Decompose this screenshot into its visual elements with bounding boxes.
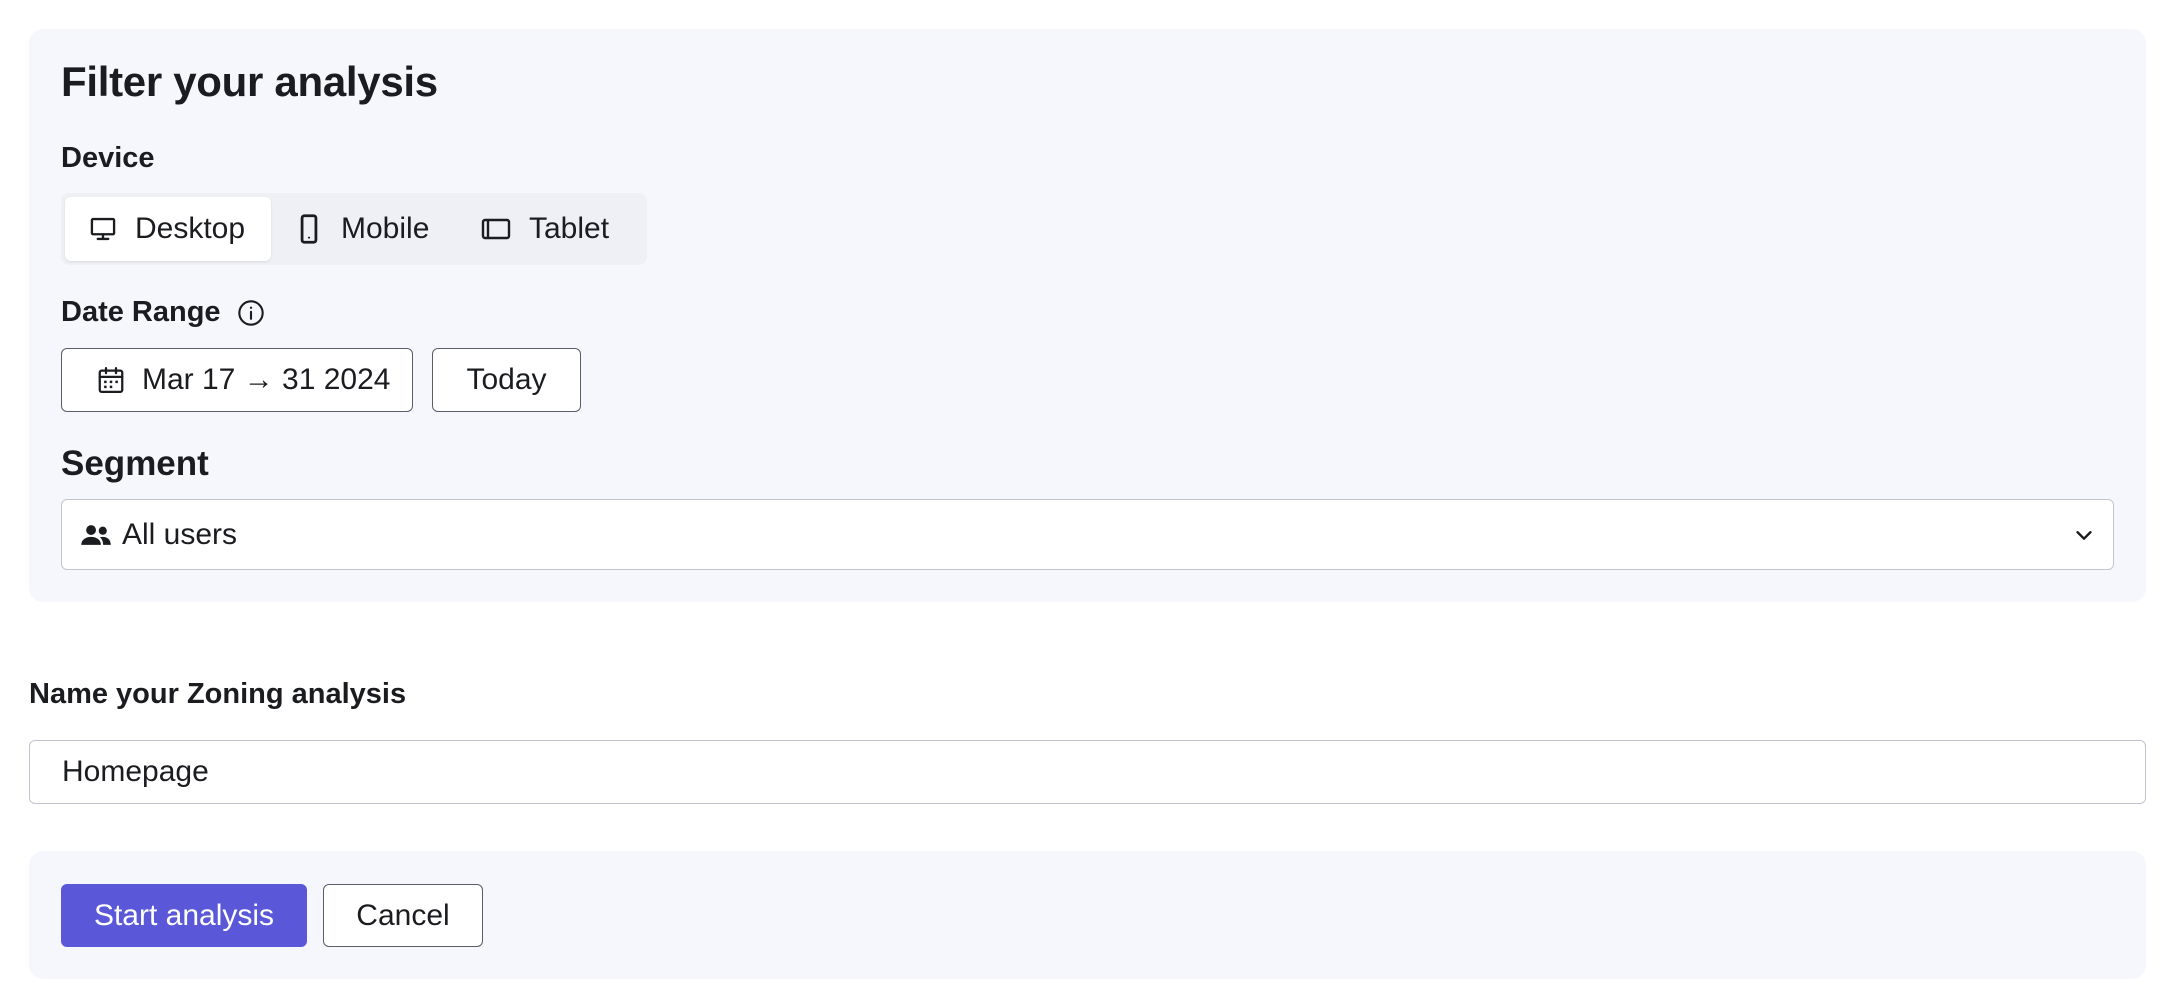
analysis-name-label: Name your Zoning analysis	[29, 678, 407, 710]
date-range-picker[interactable]: Mar 17 → 31 2024	[61, 348, 413, 412]
smartphone-icon	[295, 214, 323, 244]
filter-title: Filter your analysis	[61, 58, 438, 105]
today-button[interactable]: Today	[432, 348, 581, 412]
device-option-label: Tablet	[529, 212, 610, 245]
device-label: Device	[61, 142, 155, 174]
start-analysis-button[interactable]: Start analysis	[61, 884, 307, 947]
segment-select[interactable]: All users	[61, 499, 2114, 570]
segment-label: Segment	[61, 444, 209, 483]
date-range-value: Mar 17 → 31 2024	[142, 363, 391, 396]
tablet-icon	[481, 217, 511, 241]
device-option-label: Mobile	[341, 212, 430, 245]
device-toggle: Desktop Mobile Tablet	[61, 193, 647, 265]
date-range-label-row: Date Range	[61, 296, 265, 329]
device-option-tablet[interactable]: Tablet	[457, 197, 633, 261]
users-icon	[80, 522, 112, 548]
monitor-icon	[89, 215, 117, 243]
actions-panel: Start analysis Cancel	[29, 851, 2146, 979]
filter-panel: Filter your analysis Device Desktop Mobi…	[29, 29, 2146, 602]
cancel-button[interactable]: Cancel	[323, 884, 483, 947]
calendar-icon	[96, 365, 126, 395]
analysis-name-input[interactable]	[29, 740, 2146, 804]
info-icon[interactable]	[237, 299, 265, 327]
date-range-label: Date Range	[61, 296, 221, 328]
device-option-desktop[interactable]: Desktop	[65, 197, 271, 261]
device-option-mobile[interactable]: Mobile	[271, 197, 457, 261]
device-option-label: Desktop	[135, 212, 246, 245]
segment-value: All users	[122, 517, 238, 551]
chevron-down-icon	[2073, 524, 2095, 546]
